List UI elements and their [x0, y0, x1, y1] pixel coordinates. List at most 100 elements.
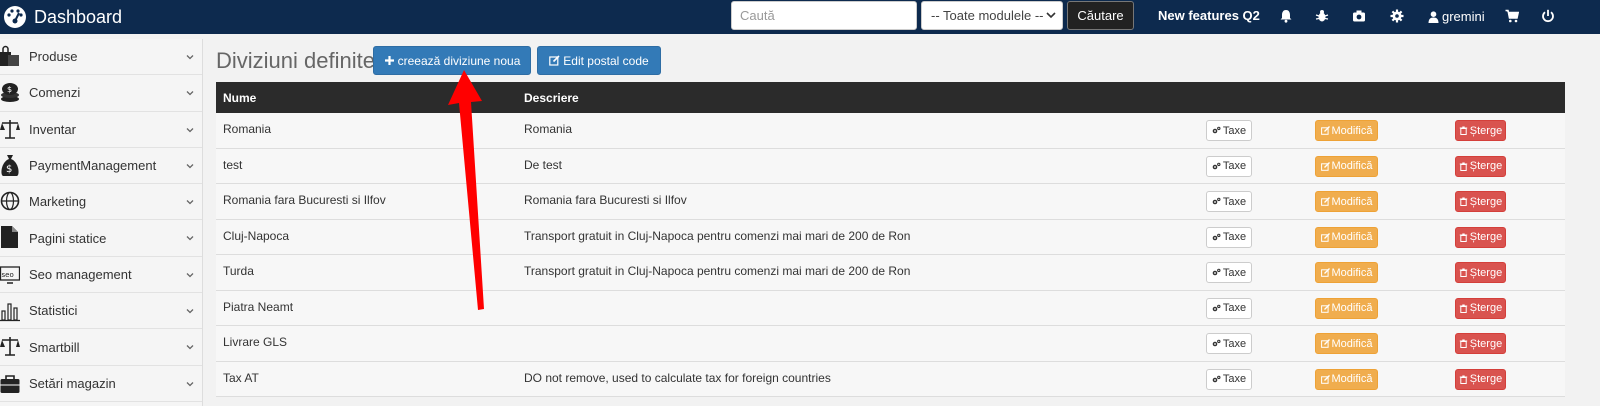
row-name: test — [223, 157, 243, 172]
edit-icon — [1320, 374, 1330, 384]
modify-label: Modifică — [1331, 373, 1373, 385]
delete-button[interactable]: Șterge — [1455, 262, 1506, 283]
modify-button[interactable]: Modifică — [1315, 191, 1378, 212]
row-name: Tax AT — [223, 370, 259, 385]
user-menu[interactable]: gremini — [1428, 9, 1485, 24]
svg-text:$: $ — [7, 85, 12, 94]
sidebar-item-smartbill[interactable]: Smartbill — [0, 329, 202, 366]
taxes-button[interactable]: Taxe — [1206, 262, 1252, 283]
sidebar: Produse $ Comenzi Inventar $ PaymentMana… — [0, 39, 203, 406]
new-features-link[interactable]: New features Q2 — [1158, 8, 1260, 23]
sidebar-item-setari-magazin[interactable]: Setări magazin — [0, 366, 202, 402]
edit-postal-code-button[interactable]: Edit postal code — [537, 46, 661, 75]
modify-button[interactable]: Modifică — [1315, 297, 1378, 319]
svg-text:$: $ — [6, 164, 12, 175]
modify-label: Modifică — [1331, 124, 1373, 137]
row-name: Piatra Neamt — [223, 299, 294, 314]
sidebar-item-comenzi[interactable]: $ Comenzi — [0, 75, 202, 112]
sidebar-item-produse[interactable]: Produse — [0, 39, 202, 76]
trash-icon — [1459, 304, 1467, 313]
search-input[interactable] — [731, 1, 917, 30]
sidebar-item-inventar[interactable]: Inventar — [0, 112, 202, 148]
modify-button[interactable]: Modifică — [1315, 368, 1378, 390]
bell-icon[interactable] — [1279, 9, 1293, 23]
delete-label: Șterge — [1469, 266, 1503, 279]
trash-icon — [1459, 233, 1467, 242]
create-division-button[interactable]: creează diviziune noua — [373, 46, 531, 75]
taxes-button[interactable]: Taxe — [1206, 120, 1252, 141]
modify-button[interactable]: Modifică — [1315, 120, 1378, 141]
taxes-button[interactable]: Taxe — [1206, 191, 1252, 212]
sidebar-item-paymentmanagement[interactable]: $ PaymentManagement — [0, 148, 202, 185]
sidebar-item-label: Comenzi — [29, 85, 81, 101]
chevron-down-icon — [186, 127, 194, 133]
modify-label: Modifică — [1331, 195, 1373, 208]
delete-label: Șterge — [1469, 124, 1503, 137]
delete-button[interactable]: Șterge — [1455, 333, 1506, 354]
taxes-button[interactable]: Taxe — [1206, 226, 1252, 248]
modify-button[interactable]: Modifică — [1315, 262, 1378, 283]
briefcase-icon — [0, 374, 20, 393]
document-icon — [1, 226, 18, 249]
delete-button[interactable]: Șterge — [1455, 191, 1506, 212]
chevron-down-icon — [186, 200, 194, 205]
gears-icon — [1212, 233, 1221, 240]
taxes-button[interactable]: Taxe — [1206, 155, 1252, 177]
modify-button[interactable]: Modifică — [1315, 333, 1378, 354]
taxes-button[interactable]: Taxe — [1206, 297, 1252, 319]
globe-icon — [0, 191, 20, 211]
bug-icon[interactable] — [1315, 9, 1329, 23]
delete-label: Șterge — [1469, 195, 1503, 208]
sidebar-item-pagini-statice[interactable]: Pagini statice — [0, 220, 202, 257]
sidebar-item-seo-management[interactable]: seo Seo management — [0, 257, 202, 294]
delete-label: Șterge — [1469, 337, 1503, 350]
gears-icon — [1212, 268, 1221, 276]
delete-button[interactable]: Șterge — [1455, 120, 1506, 141]
row-name: Romania — [223, 122, 272, 136]
sidebar-item-label: Produse — [29, 49, 78, 65]
gears-icon — [1212, 304, 1221, 311]
delete-label: Șterge — [1469, 373, 1503, 385]
search-button[interactable]: Căutare — [1067, 1, 1134, 30]
row-description: DO not remove, used to calculate tax for… — [524, 370, 831, 385]
delete-button[interactable]: Șterge — [1455, 297, 1506, 319]
module-select-value: -- Toate modulele -- — [931, 8, 1044, 23]
delete-label: Șterge — [1469, 302, 1503, 314]
sidebar-item-label: Marketing — [29, 194, 87, 210]
money-bag-icon: $ — [1, 154, 19, 176]
taxes-label: Taxe — [1222, 373, 1247, 385]
gears-icon — [1212, 197, 1221, 205]
gears-icon — [1212, 375, 1221, 382]
edit-icon — [1320, 268, 1330, 277]
scale-icon — [0, 337, 20, 357]
modify-label: Modifică — [1331, 266, 1373, 279]
sidebar-item-marketing[interactable]: Marketing — [0, 184, 202, 221]
table-row: Cluj-Napoca Transport gratuit in Cluj-Nap… — [216, 219, 1565, 255]
delete-button[interactable]: Șterge — [1455, 226, 1506, 248]
cart-icon[interactable] — [1505, 9, 1519, 23]
sidebar-item-label: PaymentManagement — [29, 158, 157, 174]
svg-text:seo: seo — [2, 271, 14, 279]
page-title: Diviziuni definite — [216, 48, 375, 73]
scale-icon — [0, 119, 20, 139]
trash-icon — [1459, 162, 1467, 171]
edit-icon — [1320, 339, 1330, 348]
camera-icon[interactable] — [1352, 9, 1366, 23]
power-icon[interactable] — [1541, 9, 1555, 23]
trash-icon — [1459, 375, 1467, 384]
taxes-button[interactable]: Taxe — [1206, 333, 1252, 354]
sidebar-item-statistici[interactable]: Statistici — [0, 293, 202, 330]
app-title: Dashboard — [34, 6, 123, 27]
user-icon — [1428, 10, 1439, 23]
brand[interactable]: Dashboard — [0, 0, 122, 34]
modify-button[interactable]: Modifică — [1315, 226, 1378, 248]
delete-button[interactable]: Șterge — [1455, 368, 1506, 390]
gear-icon[interactable] — [1390, 9, 1404, 23]
modify-label: Modifică — [1331, 231, 1373, 243]
taxes-button[interactable]: Taxe — [1206, 368, 1252, 390]
trash-icon — [1459, 268, 1467, 277]
modify-button[interactable]: Modifică — [1315, 155, 1378, 177]
delete-button[interactable]: Șterge — [1455, 155, 1506, 177]
shopping-bags-icon — [0, 45, 19, 66]
module-select[interactable]: -- Toate modulele -- — [921, 1, 1063, 30]
